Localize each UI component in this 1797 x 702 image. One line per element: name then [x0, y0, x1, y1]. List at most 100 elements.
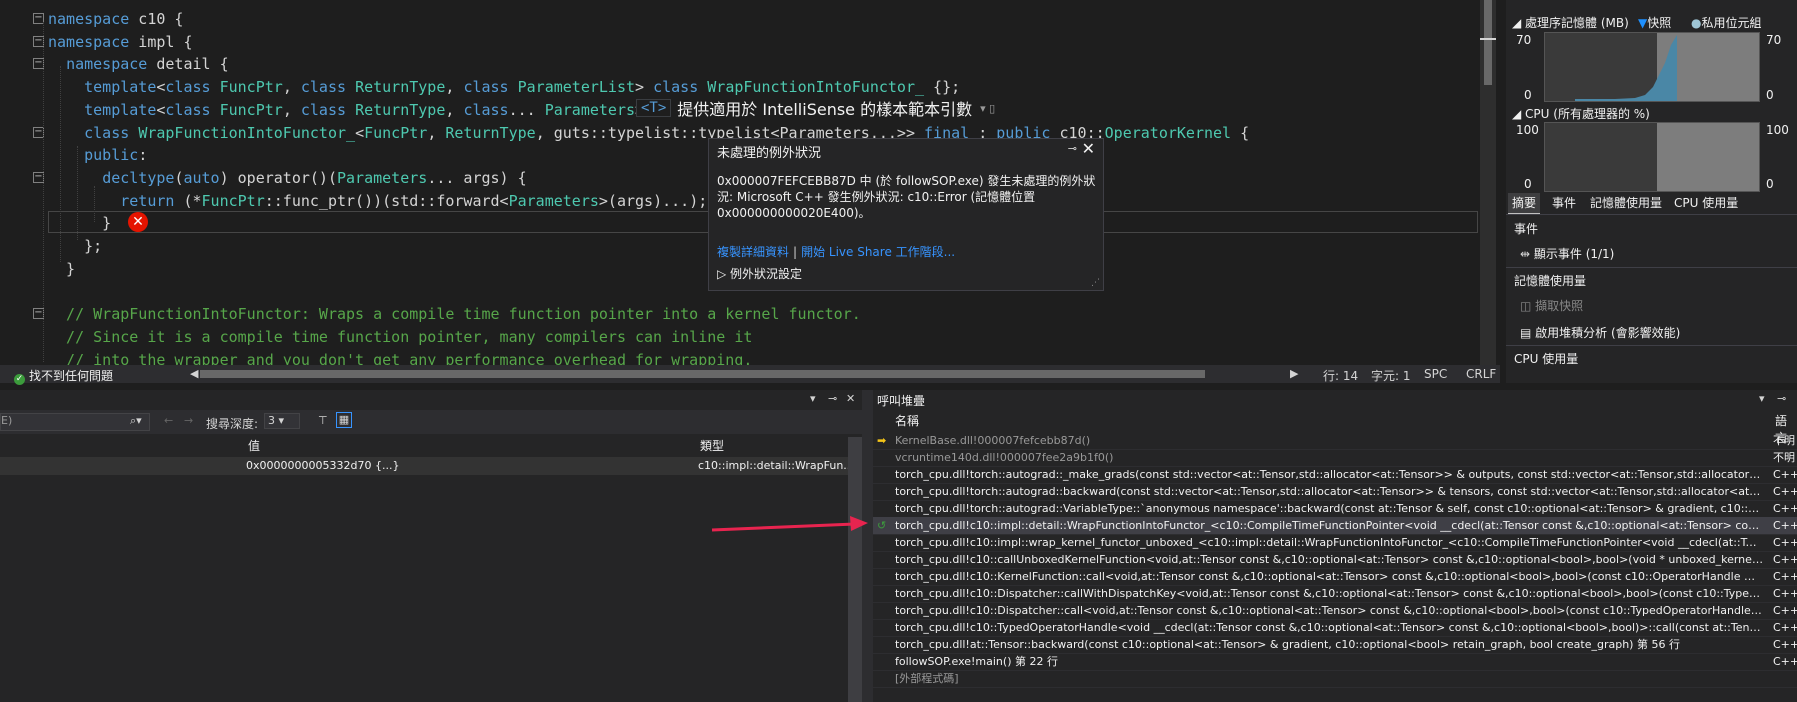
scroll-left-icon[interactable]: ◀	[190, 367, 198, 380]
call-stack-row[interactable]: ↺ torch_cpu.dll!c10::impl::detail::WrapFu…	[873, 517, 1797, 535]
call-stack-row[interactable]: followSOP.exe!main() 第 22 行 C++	[873, 653, 1797, 671]
memory-axis-min-right: 0	[1766, 88, 1774, 102]
show-events-button[interactable]: ⇹ 顯示事件 (1/1)	[1520, 245, 1614, 262]
char-indicator[interactable]: 字元: 1	[1371, 367, 1411, 384]
frame-name: torch_cpu.dll!c10::KernelFunction::call<…	[895, 570, 1763, 583]
call-stack-row[interactable]: [外部程式碼]	[873, 670, 1797, 688]
code-line[interactable]: template<class FuncPtr, class ReturnType…	[48, 76, 960, 98]
code-token: ,	[445, 78, 464, 97]
code-line[interactable]: return (*FuncPtr::func_ptr())(std::forwa…	[48, 190, 707, 212]
column-value[interactable]: 值	[248, 437, 260, 457]
frame-language: C++	[1773, 468, 1797, 481]
code-editor[interactable]: − − − − − − namespace c10 {namespace impl { n…	[0, 0, 1480, 365]
exception-settings-expander[interactable]: ▷ 例外狀況設定	[717, 265, 802, 282]
frame-name: torch_cpu.dll!c10::impl::detail::WrapFun…	[895, 519, 1763, 532]
live-share-link[interactable]: 開始 Live Share 工作階段...	[801, 245, 955, 259]
call-stack-row[interactable]: torch_cpu.dll!c10::KernelFunction::call<…	[873, 568, 1797, 586]
code-token: ...	[508, 100, 545, 119]
exception-popup[interactable]: 未處理的例外狀況 ⊸ ✕ 0x000007FEFCEBB87D 中 (於 fol…	[708, 138, 1104, 291]
pin-icon[interactable]: ⊸	[828, 392, 837, 405]
tab-events[interactable]: 事件	[1548, 193, 1580, 213]
indent-mode[interactable]: SPC	[1424, 367, 1447, 381]
tab-memory-usage[interactable]: 記憶體使用量	[1586, 193, 1666, 213]
code-line[interactable]: // Since it is a compile time function p…	[48, 326, 752, 348]
forward-icon[interactable]: →	[184, 414, 193, 427]
heap-profiling-button[interactable]: ▤ 啟用堆積分析 (會影響效能)	[1520, 324, 1680, 341]
call-stack-row[interactable]: torch_cpu.dll!at::Tensor::backward(const…	[873, 636, 1797, 654]
code-line[interactable]: }	[48, 212, 111, 234]
call-stack-row[interactable]: torch_cpu.dll!c10::impl::wrap_kernel_fun…	[873, 534, 1797, 552]
close-icon[interactable]: ✕	[1082, 139, 1095, 158]
column-name[interactable]: 名稱	[895, 412, 919, 429]
memory-graph[interactable]	[1544, 32, 1760, 102]
code-line[interactable]: };	[48, 235, 102, 257]
search-icon[interactable]: ⌕▾	[130, 414, 142, 428]
panel-menu-icon[interactable]: ▾	[1759, 392, 1765, 405]
line-indicator[interactable]: 行: 14	[1323, 367, 1358, 384]
search-depth-select[interactable]: 3 ▾	[264, 413, 300, 429]
cpu-axis-max-right: 100	[1766, 123, 1789, 137]
call-stack-row[interactable]: torch_cpu.dll!c10::callUnboxedKernelFunc…	[873, 551, 1797, 569]
editor-vertical-scrollbar[interactable]	[1480, 0, 1496, 365]
code-token: ... args) {	[427, 168, 527, 187]
code-token: c10 {	[129, 10, 184, 28]
back-icon[interactable]: ←	[164, 414, 173, 427]
issues-indicator[interactable]: ✓ 找不到任何問題	[14, 367, 113, 385]
frame-name: followSOP.exe!main() 第 22 行	[895, 655, 1058, 668]
call-stack-row[interactable]: torch_cpu.dll!c10::TypedOperatorHandle<v…	[873, 619, 1797, 637]
call-stack-row[interactable]: torch_cpu.dll!torch::autograd::VariableT…	[873, 500, 1797, 518]
pin-icon[interactable]: ⊸	[1777, 392, 1786, 405]
autos-scrollbar[interactable]	[848, 437, 862, 702]
editor-status-bar: ✓ 找不到任何問題 ◀ ▶ 行: 14 字元: 1 SPC CRLF	[0, 365, 1500, 385]
scrollbar-position-mark	[1480, 38, 1496, 40]
panel-menu-icon[interactable]: ▾	[810, 392, 816, 405]
close-icon[interactable]: ✕	[846, 392, 855, 405]
search-input[interactable]: E)	[0, 413, 150, 431]
copy-details-link[interactable]: 複製詳細資料	[717, 245, 789, 259]
panel-splitter[interactable]	[862, 390, 873, 702]
code-line[interactable]: namespace impl {	[48, 31, 193, 53]
memory-axis-min: 0	[1524, 88, 1532, 102]
call-stack-row[interactable]: vcruntime140d.dll!000007fee2a9b1f0() 不明	[873, 449, 1797, 467]
frame-language: C++	[1773, 485, 1797, 498]
resize-grip-icon[interactable]: ⋰	[1091, 278, 1100, 288]
tab-cpu-usage[interactable]: CPU 使用量	[1670, 193, 1742, 213]
tab-summary[interactable]: 摘要	[1508, 193, 1541, 215]
call-stack-row[interactable]: torch_cpu.dll!c10::Dispatcher::call<void…	[873, 602, 1797, 620]
code-line[interactable]: namespace c10 {	[48, 8, 183, 30]
filter-icon[interactable]: ⊤	[318, 414, 328, 427]
code-line[interactable]: namespace detail {	[48, 53, 229, 75]
code-line[interactable]: // WrapFunctionIntoFunctor: Wraps a comp…	[48, 303, 861, 325]
scroll-right-icon[interactable]: ▶	[1290, 367, 1298, 380]
call-stack-row[interactable]: ➡ KernelBase.dll!000007fefcebb87d() 不明	[873, 432, 1797, 450]
tooltip-dropdown-icon[interactable]: ▾ ▯	[980, 102, 995, 115]
code-token: public	[84, 146, 139, 165]
error-icon[interactable]: ✕	[128, 212, 148, 232]
view-toggle-icon[interactable]: ▦	[336, 412, 352, 428]
code-line[interactable]: public:	[48, 144, 147, 166]
code-token: class	[463, 100, 509, 119]
call-stack-row[interactable]: torch_cpu.dll!torch::autograd::backward(…	[873, 483, 1797, 501]
take-snapshot-button[interactable]: ◫ 擷取快照	[1520, 297, 1583, 314]
indent-guide	[77, 146, 79, 240]
call-stack-row[interactable]: torch_cpu.dll!torch::autograd::_make_gra…	[873, 466, 1797, 484]
divider	[1506, 345, 1797, 346]
line-ending[interactable]: CRLF	[1466, 367, 1496, 381]
scrollbar-thumb[interactable]	[1484, 0, 1492, 85]
editor-horizontal-scrollbar[interactable]	[200, 370, 1205, 378]
code-line[interactable]: decltype(auto) operator()(Parameters... …	[48, 167, 527, 189]
column-type[interactable]: 類型	[700, 437, 724, 457]
events-header: 事件	[1514, 222, 1539, 236]
table-row[interactable]: 0x0000000005332d70 {...} c10::impl::deta…	[0, 457, 854, 475]
code-line[interactable]: // into the wrapper and you don't get an…	[48, 349, 752, 366]
cpu-graph[interactable]	[1544, 122, 1760, 192]
call-stack-row[interactable]: torch_cpu.dll!c10::Dispatcher::callWithD…	[873, 585, 1797, 603]
code-token: >	[635, 78, 654, 97]
issues-text: 找不到任何問題	[29, 369, 114, 383]
tooltip-text[interactable]: 提供適用於 IntelliSense 的樣本範本引數	[677, 96, 972, 120]
pin-icon[interactable]: ⊸	[1068, 142, 1077, 155]
intellisense-template-tooltip[interactable]: <T> 提供適用於 IntelliSense 的樣本範本引數 ▾ ▯	[636, 96, 996, 120]
code-token: class	[463, 78, 509, 97]
code-line[interactable]: template<class FuncPtr, class ReturnType…	[48, 99, 644, 121]
